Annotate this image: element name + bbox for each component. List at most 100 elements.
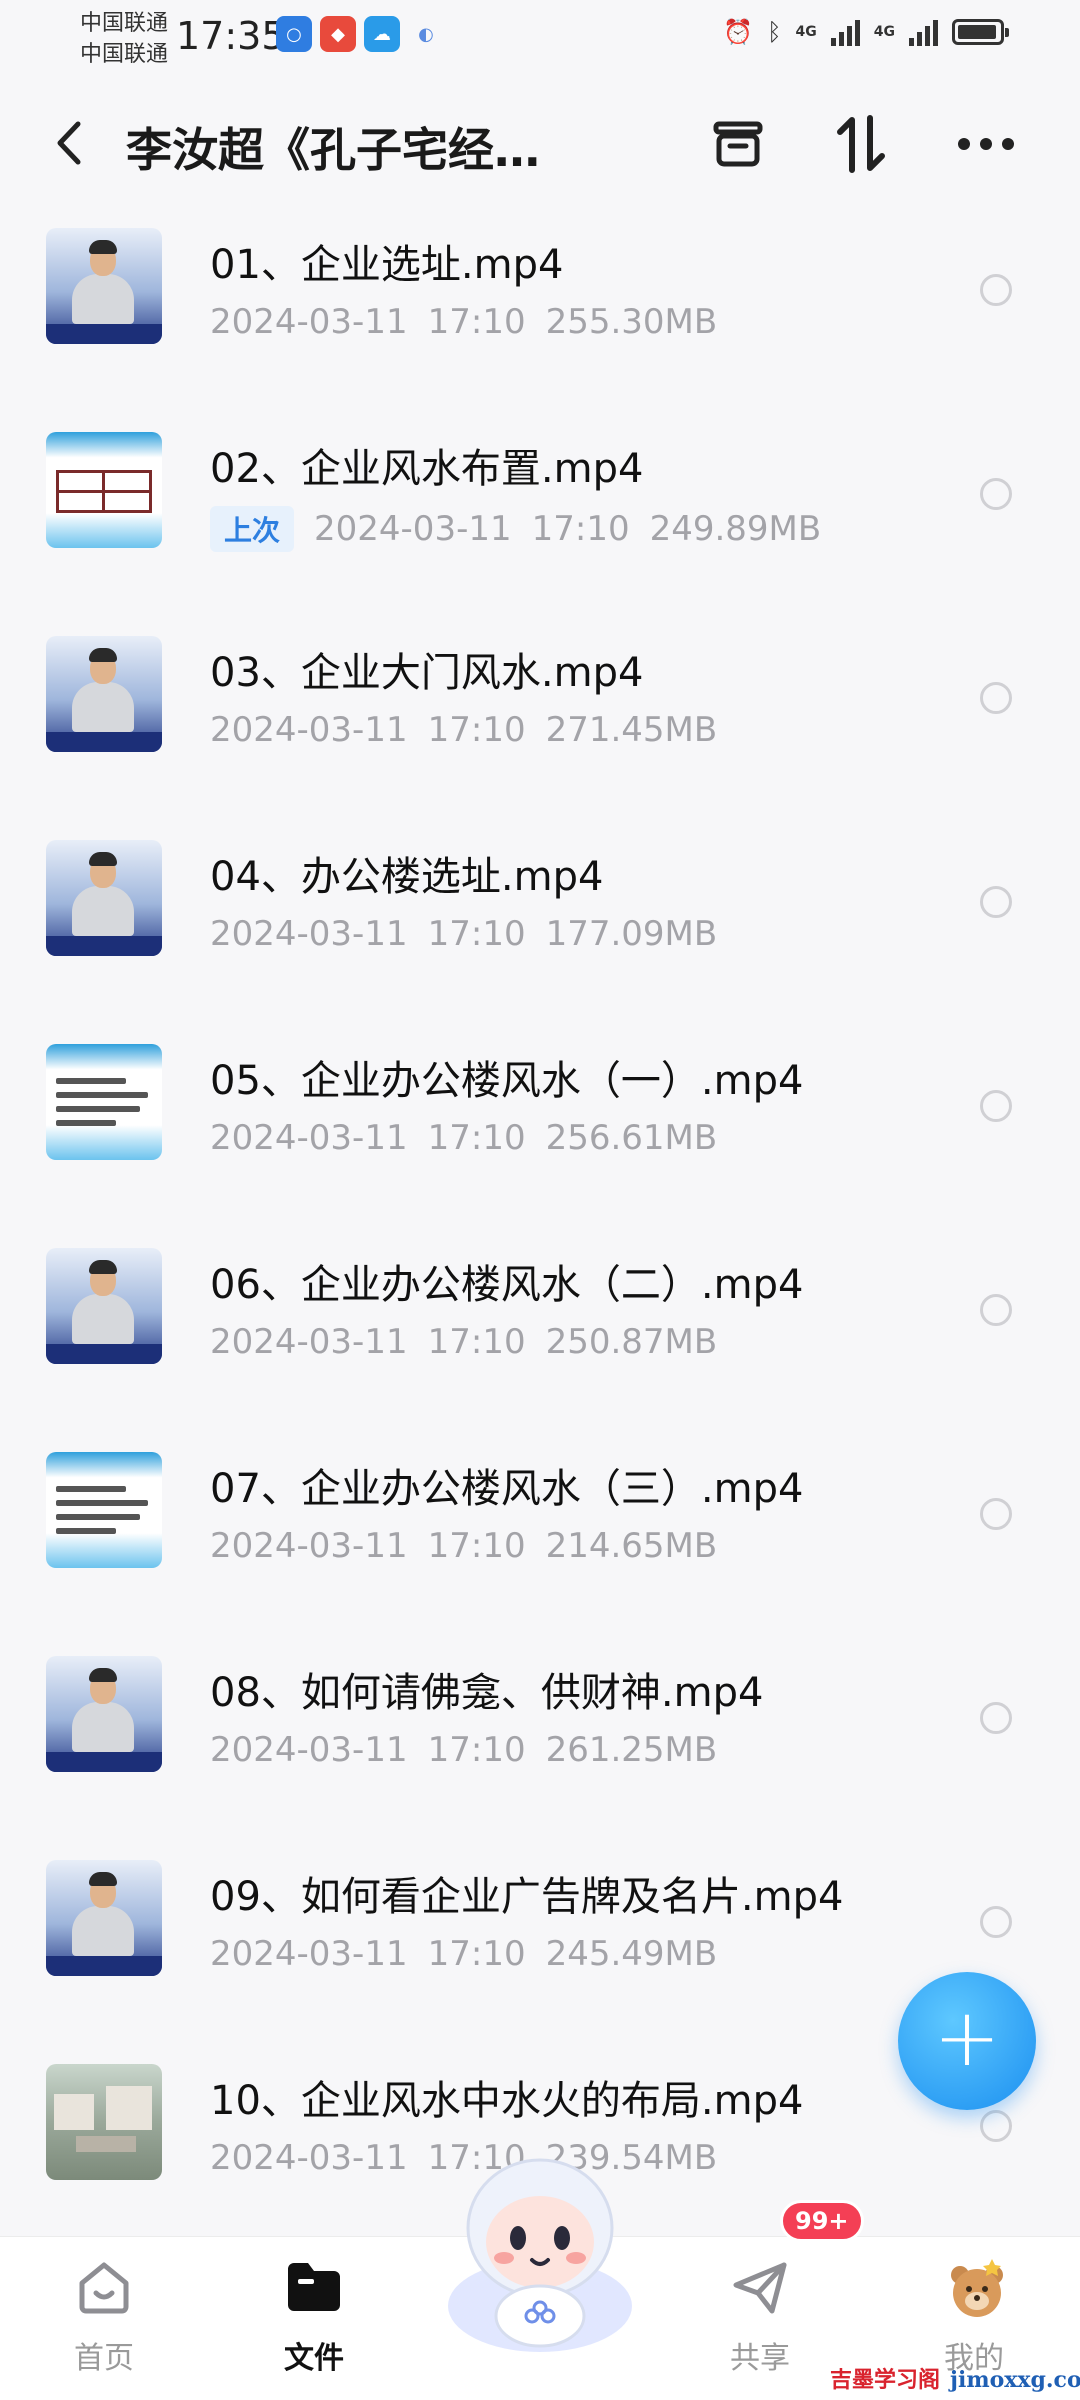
file-name: 07、企业办公楼风水（三）.mp4 [210,1466,804,1512]
sort-icon[interactable] [830,112,894,176]
watermark: 吉墨学习阁 jimoxxg.com [830,2362,1080,2394]
nav-share[interactable]: 共享 [690,2255,830,2377]
video-thumbnail [46,840,162,956]
file-meta: 上次 2024-03-11 17:10 249.89MB [210,506,821,552]
profile-icon [942,2255,1006,2319]
carrier-1: 中国联通 [80,11,169,36]
video-thumbnail [46,432,162,548]
status-app-icons: ○ ◆ ☁ ◐ [276,16,444,52]
select-checkbox[interactable] [980,478,1012,510]
file-list-item[interactable]: 04、办公楼选址.mp4 2024-03-11 17:10 177.09MB [0,810,1080,1014]
file-size: 255.30MB [545,302,718,342]
file-name: 08、如何请佛龛、供财神.mp4 [210,1670,764,1716]
file-name: 09、如何看企业广告牌及名片.mp4 [210,1874,844,1920]
home-icon [72,2255,136,2319]
bluetooth-icon: ᛒ [767,18,782,46]
status-indicators: ⏰ ᛒ 4G 4G [723,18,1009,46]
select-checkbox[interactable] [980,1498,1012,1530]
file-size: 214.65MB [545,1526,718,1566]
status-time: 17:35 [176,14,286,58]
nav-files[interactable]: 文件 [244,2255,384,2377]
file-list-item[interactable]: 01、企业选址.mp4 2024-03-11 17:10 255.30MB [0,198,1080,402]
video-thumbnail [46,1656,162,1772]
file-time: 17:10 [531,509,630,549]
file-meta: 2024-03-11 17:10 245.49MB [210,1934,717,1974]
app-notification-icon: ◆ [320,16,356,52]
app-notification-icon: ○ [276,16,312,52]
file-size: 250.87MB [545,1322,718,1362]
file-list-item[interactable]: 06、企业办公楼风水（二）.mp4 2024-03-11 17:10 250.87MB [0,1218,1080,1422]
video-thumbnail [46,636,162,752]
file-time: 17:10 [427,1526,526,1566]
file-name: 03、企业大门风水.mp4 [210,650,644,696]
add-button[interactable]: + [898,1972,1036,2110]
file-date: 2024-03-11 [210,914,408,954]
plus-icon: + [933,1991,1001,2084]
signal-icon [830,18,860,46]
file-date: 2024-03-11 [210,1118,408,1158]
file-meta: 2024-03-11 17:10 214.65MB [210,1526,717,1566]
mascot-icon [448,2158,632,2352]
status-bar: 中国联通 中国联通 17:35 ○ ◆ ☁ ◐ ⏰ ᛒ 4G 4G [0,0,1080,80]
file-date: 2024-03-11 [210,710,408,750]
file-list-item[interactable]: 07、企业办公楼风水（三）.mp4 2024-03-11 17:10 214.65MB [0,1422,1080,1626]
weather-icon: ☁ [364,16,400,52]
app-header: 李汝超《孔子宅经… [0,90,1080,200]
file-size: 249.89MB [649,509,822,549]
video-thumbnail [46,1248,162,1364]
file-list: 01、企业选址.mp4 2024-03-11 17:10 255.30MB 02、企业风… [0,198,1080,2238]
file-name: 04、办公楼选址.mp4 [210,854,604,900]
file-date: 2024-03-11 [210,1322,408,1362]
share-icon [728,2255,792,2319]
file-date: 2024-03-11 [314,509,512,549]
file-name: 05、企业办公楼风水（一）.mp4 [210,1058,804,1104]
watermark-en: jimoxxg.com [950,2367,1080,2393]
network-type-2: 4G [873,24,895,40]
signal-icon [909,18,938,46]
select-checkbox[interactable] [980,1090,1012,1122]
nav-files-label: 文件 [284,2341,344,2376]
file-list-item[interactable]: 08、如何请佛龛、供财神.mp4 2024-03-11 17:10 261.25MB [0,1626,1080,1830]
video-thumbnail [46,228,162,344]
back-icon[interactable] [48,118,92,168]
watermark-cn: 吉墨学习阁 [830,2367,941,2393]
select-checkbox[interactable] [980,274,1012,306]
file-meta: 2024-03-11 17:10 256.61MB [210,1118,717,1158]
more-icon[interactable] [954,112,1018,176]
file-meta: 2024-03-11 17:10 250.87MB [210,1322,717,1362]
carrier-2: 中国联通 [80,42,169,67]
video-thumbnail [46,2064,162,2180]
video-thumbnail [46,1044,162,1160]
file-meta: 2024-03-11 17:10 261.25MB [210,1730,717,1770]
file-list-item[interactable]: 05、企业办公楼风水（一）.mp4 2024-03-11 17:10 256.61MB [0,1014,1080,1218]
select-checkbox[interactable] [980,1906,1012,1938]
archive-icon[interactable] [706,112,770,176]
select-checkbox[interactable] [980,1702,1012,1734]
file-time: 17:10 [427,1118,526,1158]
select-checkbox[interactable] [980,1294,1012,1326]
nav-home[interactable]: 首页 [34,2255,174,2377]
video-thumbnail [46,1860,162,1976]
ai-assistant-button[interactable] [430,2136,650,2356]
file-time: 17:10 [427,1730,526,1770]
file-time: 17:10 [427,710,526,750]
last-played-badge: 上次 [210,506,295,552]
folder-icon [282,2255,346,2319]
file-list-item[interactable]: 03、企业大门风水.mp4 2024-03-11 17:10 271.45MB [0,606,1080,810]
file-list-item[interactable]: 02、企业风水布置.mp4 上次 2024-03-11 17:10 249.89MB [0,402,1080,606]
nav-share-label: 共享 [730,2341,790,2376]
file-time: 17:10 [427,1934,526,1974]
page-title: 李汝超《孔子宅经… [126,123,540,177]
carrier-info: 中国联通 中国联通 [80,8,168,70]
select-checkbox[interactable] [980,2110,1012,2142]
file-date: 2024-03-11 [210,302,408,342]
nav-profile[interactable]: 我的 [904,2255,1044,2377]
video-thumbnail [46,1452,162,1568]
alarm-icon: ⏰ [723,18,754,46]
network-type-1: 4G [795,24,817,40]
file-time: 17:10 [427,914,526,954]
select-checkbox[interactable] [980,886,1012,918]
file-time: 17:10 [427,302,526,342]
notification-badge: 99+ [780,2200,864,2242]
select-checkbox[interactable] [980,682,1012,714]
